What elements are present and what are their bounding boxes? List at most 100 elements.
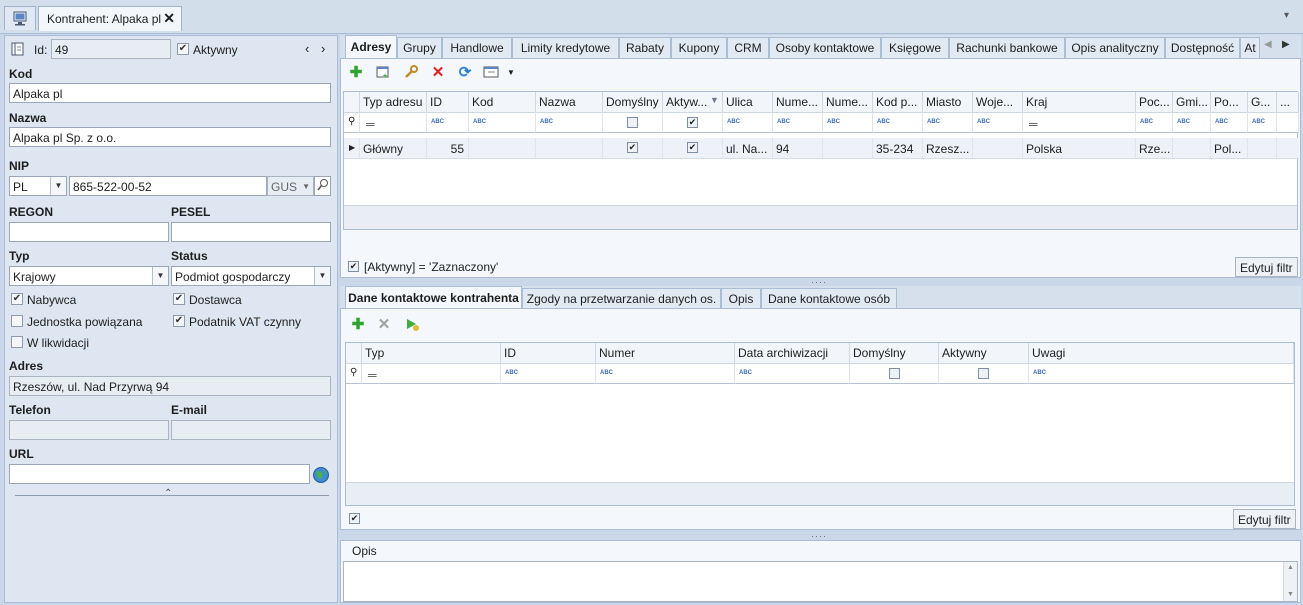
tabs-scroll-right-icon[interactable]: ▶ [1282,39,1290,50]
tab-crm[interactable]: CRM [727,37,769,58]
pesel-input[interactable] [171,222,331,242]
home-tab[interactable] [4,6,36,30]
chevron-down-icon[interactable]: ▼ [302,182,310,191]
w-likwidacji-checkbox[interactable] [11,336,23,348]
nazwa-input[interactable]: Alpaka pl Sp. z o.o. [9,127,331,147]
tab-at[interactable]: At [1240,37,1260,58]
col-kraj[interactable]: Kraj [1023,92,1136,112]
tab-rabaty[interactable]: Rabaty [619,37,671,58]
filter-data-archiwizacji[interactable]: ABC [735,363,850,384]
aktywny-checkbox[interactable] [177,43,189,55]
prev-record-icon[interactable]: ‹ [305,41,309,56]
jednostka-powiazana-checkbox[interactable] [11,315,23,327]
col-typ[interactable]: Typ [362,343,501,363]
filter-checkbox[interactable] [978,368,989,379]
scroll-up-icon[interactable]: ▲ [1287,564,1294,571]
filter-ulica[interactable]: ABC [723,112,773,133]
run-button[interactable] [403,316,421,334]
col-nazwa[interactable]: Nazwa [536,92,603,112]
filter-more[interactable] [1277,112,1299,133]
tabs-scroll-left-icon[interactable]: ◀ [1264,39,1272,50]
tab-adresy[interactable]: Adresy [345,35,397,59]
tab-dostepnosc[interactable]: Dostępność [1165,37,1240,58]
chevron-down-icon[interactable]: ▼ [314,267,330,285]
col-g[interactable]: G... [1248,92,1277,112]
tab-opis-analityczny[interactable]: Opis analityczny [1065,37,1165,58]
document-tab-kontrahent[interactable]: Kontrahent: Alpaka pl ✕ [38,6,182,31]
col-ulica[interactable]: Ulica [723,92,773,112]
filter-id[interactable]: ABC [427,112,469,133]
col-numer[interactable]: Numer [596,343,735,363]
col-id[interactable]: ID [427,92,469,112]
tab-handlowe[interactable]: Handlowe [442,37,512,58]
status-select[interactable]: Podmiot gospodarczy ▼ [171,266,331,286]
refresh-icon[interactable]: ⟳ [456,64,474,82]
close-icon[interactable]: ✕ [163,10,175,27]
gus-button[interactable]: GUS ▼ [267,176,314,196]
filter-aktywny[interactable] [939,363,1029,384]
filter-miasto[interactable]: ABC [923,112,973,133]
col-id[interactable]: ID [501,343,596,363]
col-gmina[interactable]: Gmi... [1173,92,1211,112]
delete-icon[interactable]: ✕ [429,64,447,82]
chevron-down-icon[interactable]: ▼ [50,177,66,195]
globe-button[interactable] [311,465,331,485]
opis-scrollbar[interactable]: ▲ ▼ [1283,562,1297,601]
filter-domyslny[interactable] [850,363,939,384]
col-aktywny[interactable]: Aktywny [939,343,1029,363]
col-kod[interactable]: Kod [469,92,536,112]
filter-id[interactable]: ABC [501,363,596,384]
filter-enabled-checkbox[interactable] [348,261,359,272]
col-typ-adresu[interactable]: Typ adresu [360,92,427,112]
filter-checkbox[interactable] [687,117,698,128]
filter-enabled-checkbox[interactable] [349,513,360,524]
collapse-chevron-icon[interactable]: ⌃ [164,488,172,499]
filter-checkbox[interactable] [627,117,638,128]
filter-domyslny[interactable] [603,112,663,133]
filter-typ[interactable]: ═ [362,363,501,384]
filter-powiat[interactable]: ABC [1211,112,1248,133]
col-data-archiwizacji[interactable]: Data archiwizacji [735,343,850,363]
url-input[interactable] [9,464,310,484]
nabywca-checkbox[interactable] [11,293,23,305]
col-wojewodztwo[interactable]: Woje... [973,92,1023,112]
tab-ksiegowe[interactable]: Księgowe [881,37,949,58]
col-domyslny[interactable]: Domyślny [603,92,663,112]
col-miasto[interactable]: Miasto [923,92,973,112]
filter-uwagi[interactable]: ABC [1029,363,1294,384]
chevron-down-icon[interactable]: ▼ [152,267,168,285]
filter-aktywny[interactable] [663,112,723,133]
tab-grupy[interactable]: Grupy [397,37,442,58]
nip-input[interactable]: 865-522-00-52 [69,176,267,196]
col-numer-1[interactable]: Nume... [773,92,823,112]
tab-zgody[interactable]: Zgody na przetwarzanie danych os. [522,288,721,309]
edit-filter-button[interactable]: Edytuj filtr [1233,509,1296,529]
tab-rachunki-bankowe[interactable]: Rachunki bankowe [949,37,1065,58]
dostawca-checkbox[interactable] [173,293,185,305]
kod-input[interactable]: Alpaka pl [9,83,331,103]
podatnik-vat-checkbox[interactable] [173,315,185,327]
filter-wojewodztwo[interactable]: ABC [973,112,1023,133]
col-more[interactable]: ... [1277,92,1299,112]
add-icon[interactable]: ✚ [347,64,365,82]
nip-country-select[interactable]: PL ▼ [9,176,67,196]
filter-icon[interactable]: ▼ [710,95,719,105]
nip-search-button[interactable] [314,176,331,196]
chevron-down-icon[interactable]: ▾ [1284,10,1289,21]
filter-gmina[interactable]: ABC [1173,112,1211,133]
filter-typ-adresu[interactable]: ═ [360,112,427,133]
filter-checkbox[interactable] [889,368,900,379]
scroll-down-icon[interactable]: ▼ [1287,591,1294,598]
filter-kod-pocztowy[interactable]: ABC [873,112,923,133]
filter-numer-2[interactable]: ABC [823,112,873,133]
tab-limity-kredytowe[interactable]: Limity kredytowe [512,37,619,58]
chevron-down-icon[interactable]: ▼ [507,68,515,77]
regon-input[interactable] [9,222,169,242]
col-powiat[interactable]: Po... [1211,92,1248,112]
filter-kraj[interactable]: ═ [1023,112,1136,133]
filter-poczta[interactable]: ABC [1136,112,1173,133]
filter-expression[interactable]: [Aktywny] = 'Zaznaczony' [364,260,498,274]
filter-numer-1[interactable]: ABC [773,112,823,133]
col-kod-pocztowy[interactable]: Kod p... [873,92,923,112]
tab-opis-kontakt[interactable]: Opis [721,288,761,309]
